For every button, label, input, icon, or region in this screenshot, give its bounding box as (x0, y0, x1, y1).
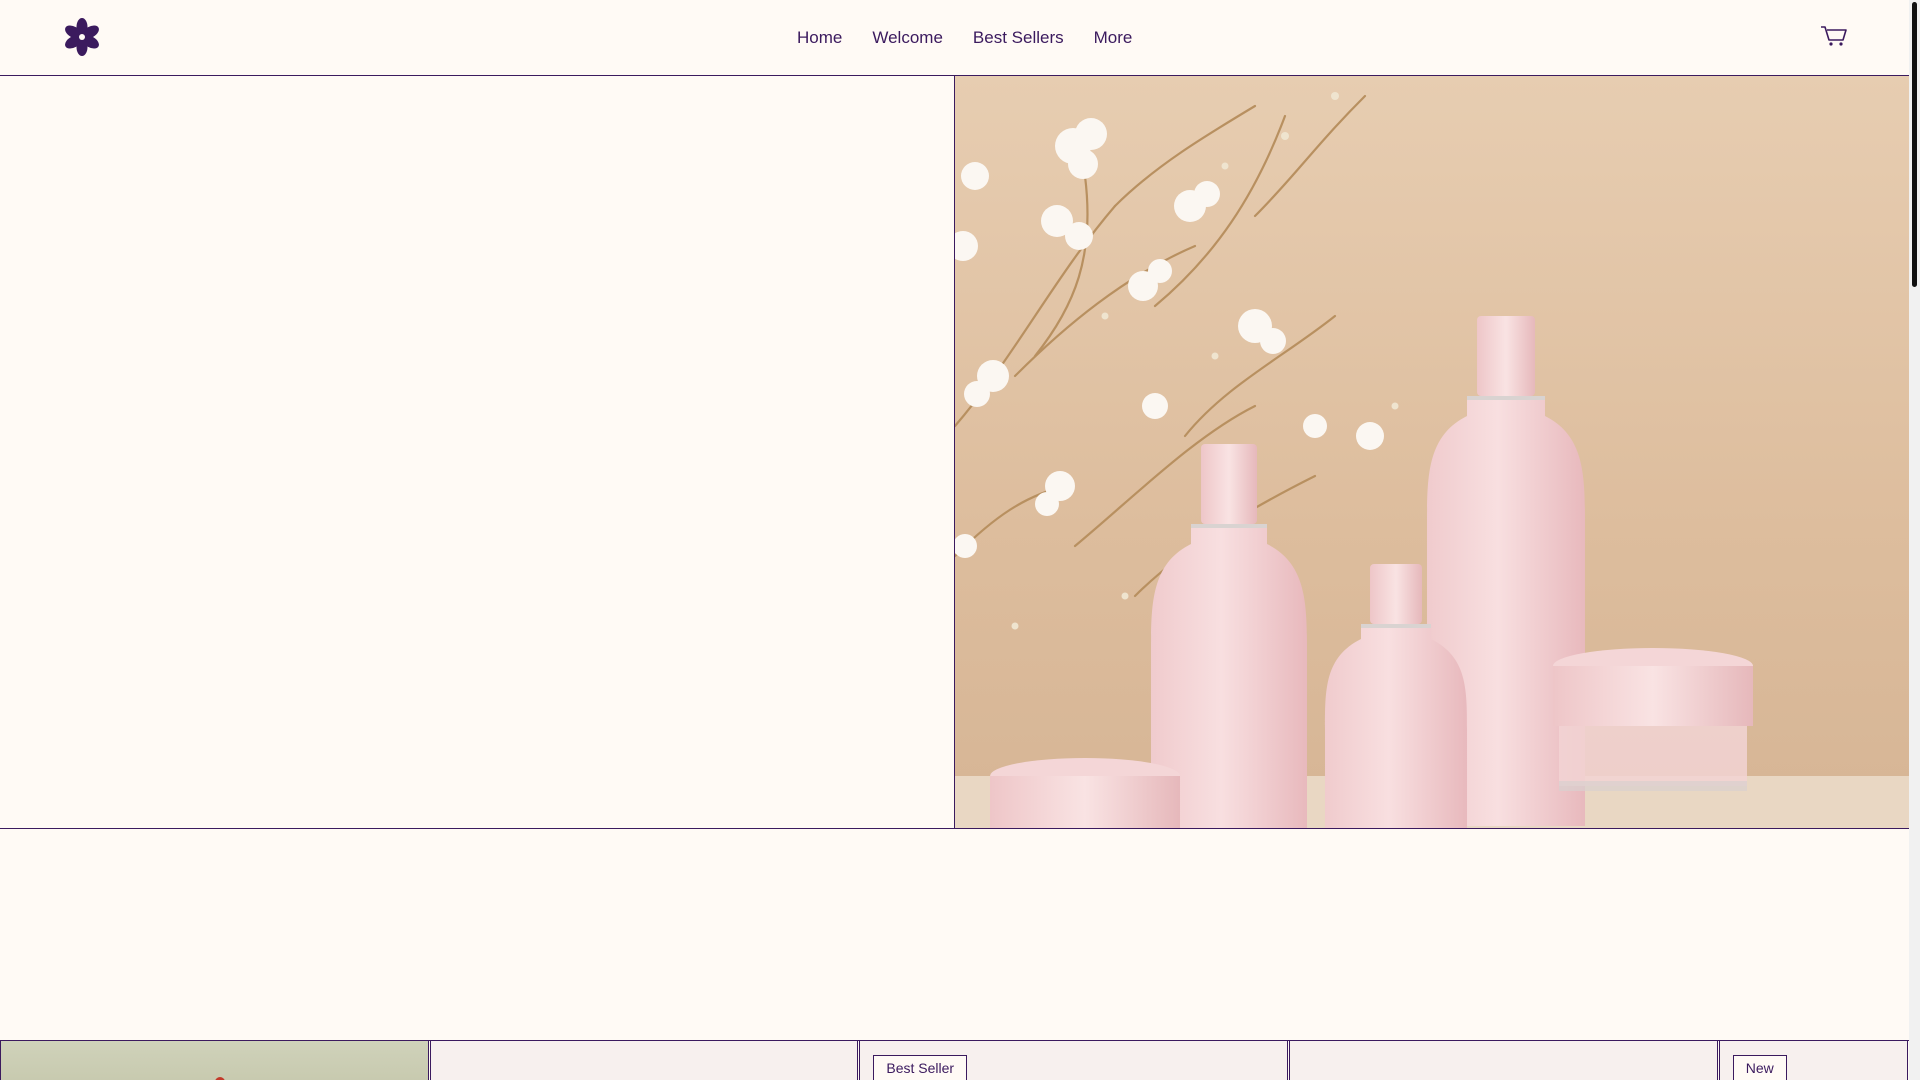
scrollbar-thumb[interactable] (1912, 2, 1917, 287)
product-gallery: Best Seller New (0, 1040, 1909, 1080)
hero-section (0, 76, 1909, 829)
best-seller-badge: Best Seller (873, 1055, 968, 1080)
product-card[interactable] (429, 1041, 859, 1080)
nav-best-sellers[interactable]: Best Sellers (958, 0, 1079, 75)
main-nav: Home Welcome Best Sellers More (782, 0, 1147, 75)
nav-welcome[interactable]: Welcome (857, 0, 958, 75)
product-card[interactable] (1289, 1041, 1718, 1080)
new-badge: New (1732, 1055, 1787, 1080)
nav-more[interactable]: More (1079, 0, 1148, 75)
flower-logo-icon[interactable] (62, 17, 102, 57)
nav-home[interactable]: Home (782, 0, 857, 75)
page: Home Welcome Best Sellers More Best Sell… (0, 0, 1920, 1080)
page-scrollbar[interactable] (1909, 0, 1920, 1080)
product-card[interactable]: New (1718, 1041, 1908, 1080)
cart-icon[interactable] (1820, 24, 1848, 48)
product-card[interactable] (0, 1041, 429, 1080)
site-header: Home Welcome Best Sellers More (0, 0, 1909, 76)
hero-image (955, 76, 1909, 828)
product-card[interactable]: Best Seller (859, 1041, 1289, 1080)
hero-text-panel (0, 76, 955, 828)
